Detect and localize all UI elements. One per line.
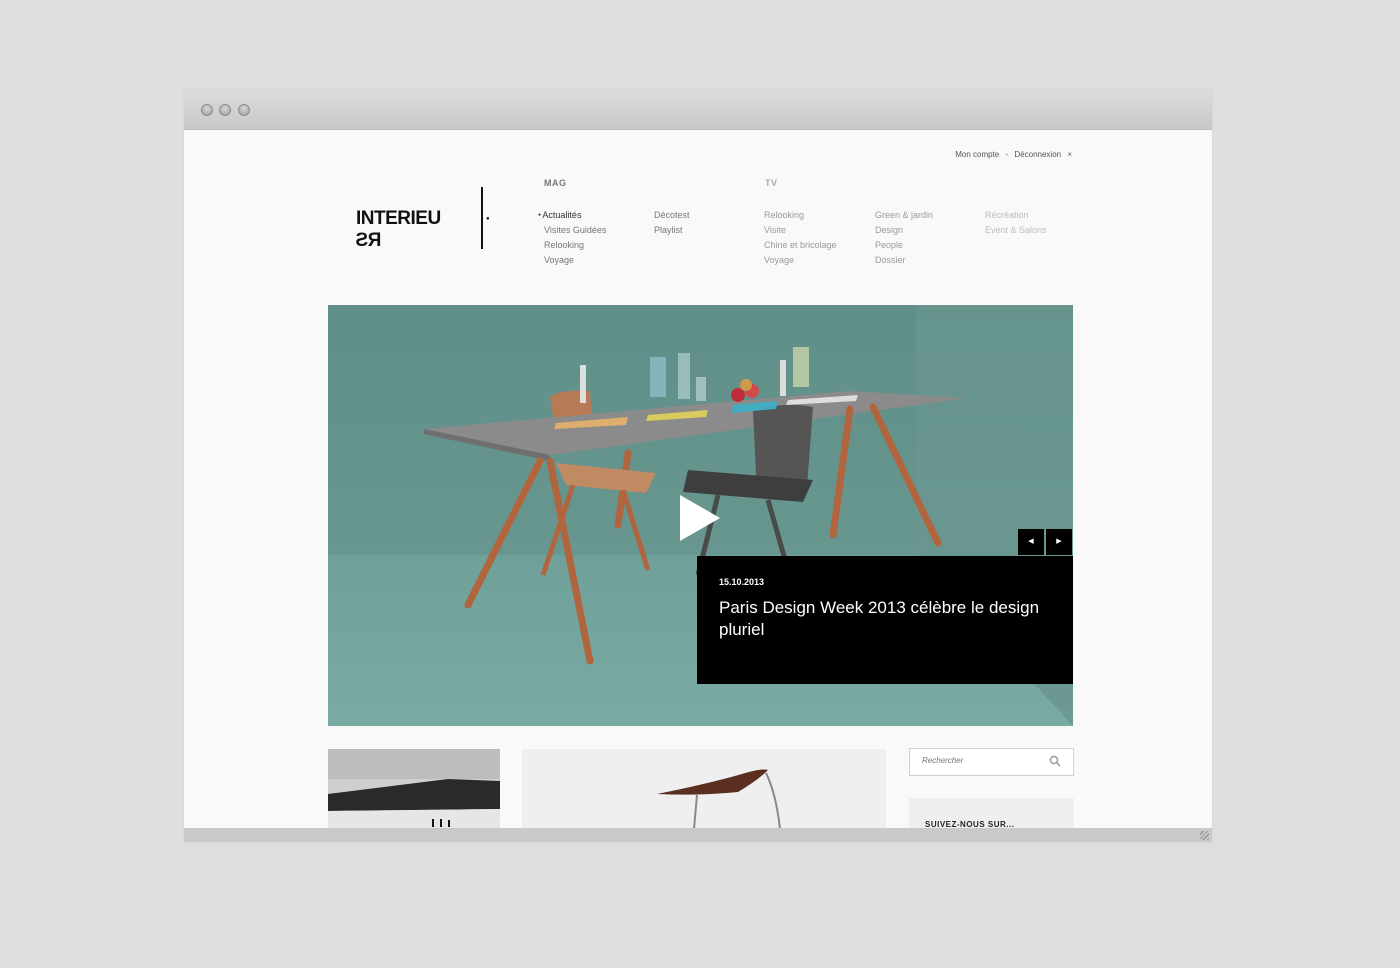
resize-handle[interactable]: [1200, 831, 1209, 840]
hero-caption[interactable]: 15.10.2013 Paris Design Week 2013 célèbr…: [697, 556, 1073, 684]
browser-window: Mon compte - Déconnexion × INTERIEURS ● …: [184, 90, 1212, 842]
nav-item-tv-recreation[interactable]: Récréation: [985, 208, 1047, 223]
logo-bar: [481, 187, 483, 249]
hero-slider[interactable]: ◀ ▶ 15.10.2013 Paris Design Week 2013 cé…: [328, 305, 1073, 726]
hero-date: 15.10.2013: [719, 577, 765, 587]
nav-item-tv-green-jardin[interactable]: Green & jardin: [875, 208, 933, 223]
nav-item-actualites[interactable]: Actualités: [542, 208, 606, 223]
article-thumbnail-architecture[interactable]: [328, 749, 500, 829]
nav-heading-mag[interactable]: MAG: [544, 178, 567, 188]
search-icon[interactable]: [1049, 755, 1061, 767]
play-icon[interactable]: [680, 495, 720, 541]
nav-item-tv-visite[interactable]: Visite: [764, 223, 837, 238]
nav-item-tv-relooking[interactable]: Relooking: [764, 208, 837, 223]
minimize-window-button[interactable]: [219, 104, 231, 116]
nav-item-tv-dossier[interactable]: Dossier: [875, 253, 933, 268]
nav-tv-col2: Green & jardin Design People Dossier: [875, 208, 933, 268]
nav-item-tv-voyage[interactable]: Voyage: [764, 253, 837, 268]
nav-item-visites-guidees[interactable]: Visites Guidées: [544, 223, 606, 238]
nav-item-tv-event-salons[interactable]: Event & Salons: [985, 223, 1047, 238]
slider-next-button[interactable]: ▶: [1046, 529, 1072, 555]
nav-item-tv-chine[interactable]: Chine et bricolage: [764, 238, 837, 253]
nav-item-voyage[interactable]: Voyage: [544, 253, 606, 268]
nav-mag-col1: Actualités Visites Guidées Relooking Voy…: [542, 208, 606, 268]
hero-title[interactable]: Paris Design Week 2013 célèbre le design…: [719, 597, 1049, 641]
logo-text: INTERIEURS: [356, 208, 441, 251]
account-links: Mon compte - Déconnexion ×: [953, 150, 1074, 159]
window-titlebar: [184, 90, 1212, 130]
nav-item-tv-people[interactable]: People: [875, 238, 933, 253]
slider-prev-button[interactable]: ◀: [1018, 529, 1044, 555]
close-window-button[interactable]: [201, 104, 213, 116]
nav-tv-col1: Relooking Visite Chine et bricolage Voya…: [764, 208, 837, 268]
my-account-link[interactable]: Mon compte: [955, 150, 999, 159]
nav-item-playlist[interactable]: Playlist: [654, 223, 690, 238]
close-icon[interactable]: ×: [1067, 150, 1072, 159]
search-input[interactable]: [920, 755, 1044, 766]
nav-mag-col2: Décotest Playlist: [654, 208, 690, 238]
nav-tv-col3: Récréation Event & Salons: [985, 208, 1047, 238]
nav-heading-tv[interactable]: TV: [765, 178, 778, 188]
article-thumbnail-chair[interactable]: [522, 749, 886, 829]
zoom-window-button[interactable]: [238, 104, 250, 116]
separator: -: [1005, 150, 1009, 159]
nav-item-decotest[interactable]: Décotest: [654, 208, 690, 223]
logout-link[interactable]: Déconnexion: [1014, 150, 1061, 159]
nav-item-relooking[interactable]: Relooking: [544, 238, 606, 253]
search-box: [909, 748, 1074, 776]
nav-item-tv-design[interactable]: Design: [875, 223, 933, 238]
architecture-image: [328, 749, 500, 829]
window-statusbar: [184, 828, 1212, 842]
logo-dot: ●: [486, 216, 490, 222]
chair-image: [522, 749, 886, 829]
